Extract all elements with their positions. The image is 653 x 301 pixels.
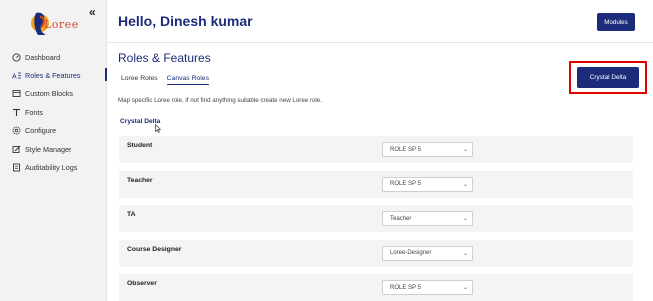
role-select-observer[interactable]: ROLE SP 5 ⌄ bbox=[382, 280, 473, 295]
header-divider bbox=[107, 42, 653, 43]
style-manager-icon bbox=[12, 145, 21, 154]
select-value: ROLE SP 5 bbox=[390, 284, 421, 291]
chevron-down-icon: ⌄ bbox=[462, 285, 468, 291]
dashboard-icon bbox=[12, 53, 21, 62]
crystal-delta-button[interactable]: Crystal Delta bbox=[577, 67, 639, 88]
description-text: Map specific Loree role, if not find any… bbox=[118, 97, 322, 104]
svg-text:A: A bbox=[12, 74, 17, 81]
role-label: Student bbox=[127, 142, 153, 149]
role-row-ta: TA Teacher ⌄ bbox=[119, 205, 633, 232]
chevron-down-icon: ⌄ bbox=[462, 216, 468, 222]
blocks-icon bbox=[12, 89, 21, 98]
sidebar-item-fonts[interactable]: Fonts bbox=[0, 103, 107, 121]
role-row-student: Student ROLE SP 5 ⌄ bbox=[119, 136, 633, 163]
role-select-course-designer[interactable]: Loree-Designer ⌄ bbox=[382, 245, 473, 261]
sidebar-item-custom-blocks[interactable]: Custom Blocks bbox=[0, 85, 107, 103]
roles-icon: A bbox=[12, 71, 21, 80]
sidebar-item-label: Dashboard bbox=[25, 52, 61, 62]
logs-icon bbox=[12, 163, 21, 172]
logo-text: Loree bbox=[44, 18, 79, 31]
role-mapping-list: Student ROLE SP 5 ⌄ Teacher ROLE SP 5 ⌄ … bbox=[119, 136, 633, 301]
greeting-title: Hello, Dinesh kumar bbox=[118, 13, 253, 29]
sidebar-item-auditability-logs[interactable]: Auditability Logs bbox=[0, 158, 107, 176]
sidebar: Loree « Dashboard A Roles & Features Cus… bbox=[0, 0, 107, 301]
main-content: Hello, Dinesh kumar Modules Roles & Feat… bbox=[107, 0, 653, 301]
roles-tabs: Loree Roles Canvas Roles bbox=[121, 75, 218, 85]
fonts-icon bbox=[12, 108, 21, 117]
role-label: Teacher bbox=[127, 176, 153, 184]
sidebar-item-style-manager[interactable]: Style Manager bbox=[0, 140, 107, 158]
role-label: TA bbox=[127, 211, 136, 218]
select-value: ROLE SP 5 bbox=[390, 181, 421, 187]
role-row-observer: Observer ROLE SP 5 ⌄ bbox=[119, 274, 633, 301]
sidebar-item-label: Configure bbox=[25, 126, 57, 136]
sidebar-item-dashboard[interactable]: Dashboard bbox=[0, 48, 107, 66]
tab-canvas-roles[interactable]: Canvas Roles bbox=[166, 75, 209, 85]
select-value: ROLE SP 5 bbox=[390, 146, 421, 153]
collapse-sidebar-icon[interactable]: « bbox=[89, 6, 96, 18]
role-select-ta[interactable]: Teacher ⌄ bbox=[382, 211, 473, 226]
mouse-cursor-icon bbox=[155, 124, 161, 133]
loree-logo[interactable]: Loree bbox=[30, 9, 80, 37]
sidebar-item-label: Auditability Logs bbox=[25, 163, 78, 173]
role-select-student[interactable]: ROLE SP 5 ⌄ bbox=[382, 142, 473, 157]
chevron-down-icon: ⌄ bbox=[462, 181, 468, 188]
sidebar-nav: Dashboard A Roles & Features Custom Bloc… bbox=[0, 48, 107, 177]
modules-button[interactable]: Modules bbox=[597, 13, 635, 31]
role-label: Course Designer bbox=[127, 245, 182, 253]
chevron-down-icon: ⌄ bbox=[462, 147, 468, 153]
tab-loree-roles[interactable]: Loree Roles bbox=[121, 75, 158, 85]
role-row-course-designer: Course Designer Loree-Designer ⌄ bbox=[119, 239, 633, 267]
role-row-teacher: Teacher ROLE SP 5 ⌄ bbox=[119, 170, 633, 198]
role-select-teacher[interactable]: ROLE SP 5 ⌄ bbox=[382, 176, 473, 192]
sidebar-item-configure[interactable]: Configure bbox=[0, 122, 107, 140]
sidebar-item-label: Custom Blocks bbox=[25, 89, 73, 99]
select-value: Loree-Designer bbox=[390, 250, 432, 256]
sidebar-item-label: Style Manager bbox=[25, 144, 72, 154]
role-label: Observer bbox=[127, 280, 157, 287]
sidebar-item-label: Roles & Features bbox=[25, 71, 81, 81]
select-value: Teacher bbox=[390, 215, 412, 222]
page-title: Roles & Features bbox=[118, 51, 211, 65]
configure-icon bbox=[12, 126, 21, 135]
sidebar-item-roles-features[interactable]: A Roles & Features bbox=[0, 66, 107, 84]
sidebar-item-label: Fonts bbox=[25, 107, 43, 117]
chevron-down-icon: ⌄ bbox=[462, 250, 468, 257]
